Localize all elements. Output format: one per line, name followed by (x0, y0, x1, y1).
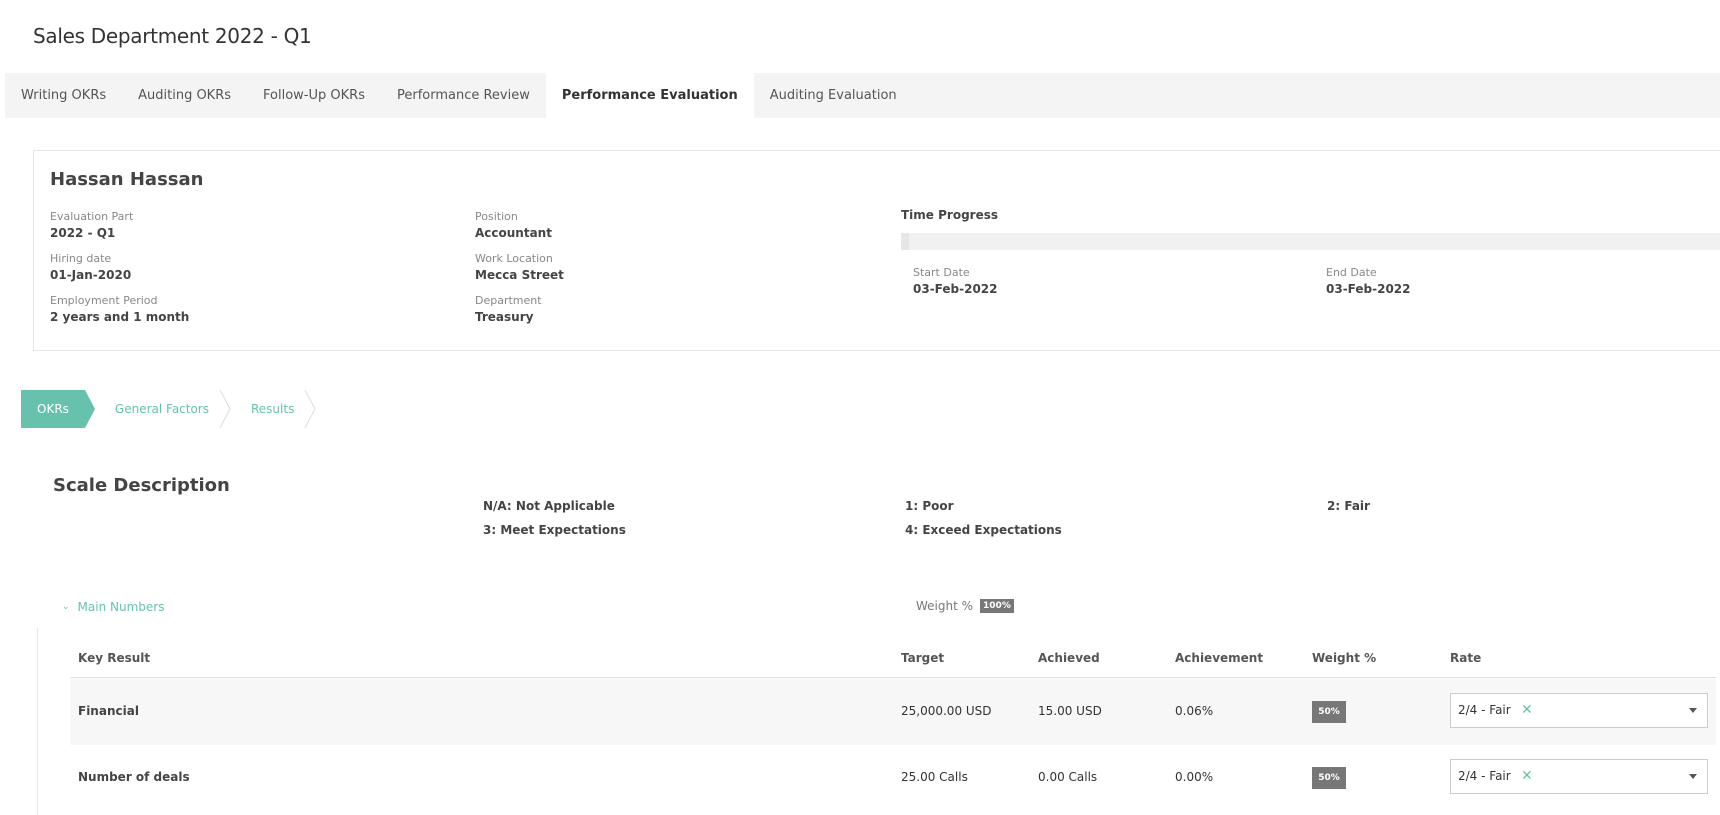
step-okrs-label: OKRs (37, 402, 69, 416)
tab-writing-okrs[interactable]: Writing OKRs (5, 73, 122, 118)
step-separator-icon (304, 390, 316, 428)
achievement-cell: 0.06% (1175, 704, 1214, 718)
hiring-date-label: Hiring date (50, 252, 112, 265)
scale-item: 3: Meet Expectations (483, 523, 626, 537)
scale-item: 1: Poor (905, 499, 954, 513)
end-date-label: End Date (1326, 266, 1377, 279)
weight-badge: 50% (1312, 767, 1346, 789)
end-date-value: 03-Feb-2022 (1326, 282, 1411, 296)
scale-item: 2: Fair (1327, 499, 1370, 513)
evaluation-part-field: Evaluation Part 2022 - Q1 (50, 210, 133, 241)
scale-item: N/A: Not Applicable (483, 499, 615, 513)
hiring-date-value: 01-Jan-2020 (50, 268, 132, 282)
work-location-value: Mecca Street (475, 268, 564, 282)
column-header-rate: Rate (1450, 651, 1482, 665)
tab-auditing-okrs[interactable]: Auditing OKRs (122, 73, 247, 118)
employment-period-label: Employment Period (50, 294, 158, 307)
column-header-key-result: Key Result (78, 651, 151, 665)
time-progress-fill (901, 233, 910, 250)
evaluation-part-value: 2022 - Q1 (50, 226, 116, 240)
key-result-cell: Financial (78, 704, 139, 718)
position-label: Position (475, 210, 518, 223)
close-icon[interactable]: ✕ (1521, 702, 1533, 718)
tab-bar: Writing OKRs Auditing OKRs Follow-Up OKR… (5, 73, 1720, 118)
tab-auditing-evaluation[interactable]: Auditing Evaluation (754, 73, 913, 118)
scale-description-title: Scale Description (53, 475, 230, 496)
start-date-label: Start Date (913, 266, 970, 279)
position-field: Position Accountant (475, 210, 552, 241)
step-okrs[interactable]: OKRs (21, 390, 95, 428)
rate-select[interactable]: 2/4 - Fair ✕ (1450, 759, 1708, 794)
time-progress-bar (901, 233, 1720, 250)
end-date-field: End Date 03-Feb-2022 (1326, 266, 1411, 297)
wizard-steps: OKRs General Factors Results (21, 390, 316, 428)
work-location-field: Work Location Mecca Street (475, 252, 564, 283)
column-header-weight: Weight % (1312, 651, 1377, 665)
employee-name: Hassan Hassan (50, 169, 204, 190)
rate-value: 2/4 - Fair (1458, 769, 1511, 783)
work-location-label: Work Location (475, 252, 553, 265)
section-divider (37, 628, 38, 815)
start-date-field: Start Date 03-Feb-2022 (913, 266, 998, 297)
step-separator-icon (219, 390, 231, 428)
table-row: Number of deals 25.00 Calls 0.00 Calls 0… (70, 745, 1716, 811)
tab-performance-evaluation[interactable]: Performance Evaluation (545, 73, 754, 118)
rate-select[interactable]: 2/4 - Fair ✕ (1450, 693, 1708, 728)
scale-item: 4: Exceed Expectations (905, 523, 1062, 537)
main-numbers-toggle[interactable]: ⌄ Main Numbers (62, 600, 164, 614)
section-label: Main Numbers (77, 600, 165, 614)
department-value: Treasury (475, 310, 534, 324)
column-header-achievement: Achievement (1175, 651, 1264, 665)
tab-performance-review[interactable]: Performance Review (381, 73, 546, 118)
achievement-cell: 0.00% (1175, 770, 1214, 784)
key-result-cell: Number of deals (78, 770, 190, 784)
achieved-cell: 15.00 USD (1038, 704, 1102, 718)
section-weight: Weight % 100% (916, 599, 1014, 613)
department-field: Department Treasury (475, 294, 542, 325)
time-progress-title: Time Progress (901, 208, 999, 222)
step-results-label: Results (251, 402, 295, 416)
step-general-factors-label: General Factors (114, 402, 209, 416)
employment-period-value: 2 years and 1 month (50, 310, 190, 324)
hiring-date-field: Hiring date 01-Jan-2020 (50, 252, 131, 283)
table-row: Financial 25,000.00 USD 15.00 USD 0.06% … (70, 679, 1716, 745)
department-label: Department (475, 294, 542, 307)
target-cell: 25,000.00 USD (901, 704, 992, 718)
chevron-down-icon: ⌄ (62, 602, 70, 612)
weight-label: Weight % (916, 599, 974, 613)
position-value: Accountant (475, 226, 552, 240)
rate-value: 2/4 - Fair (1458, 703, 1511, 717)
step-general-factors[interactable]: General Factors (95, 390, 231, 428)
evaluation-part-label: Evaluation Part (50, 210, 134, 223)
employment-period-field: Employment Period 2 years and 1 month (50, 294, 189, 325)
table-header: Key Result Target Achieved Achievement W… (70, 640, 1716, 678)
start-date-value: 03-Feb-2022 (913, 282, 998, 296)
step-results[interactable]: Results (231, 390, 316, 428)
chevron-down-icon[interactable] (1689, 708, 1697, 713)
column-header-target: Target (901, 651, 945, 665)
chevron-down-icon[interactable] (1689, 774, 1697, 779)
weight-badge: 50% (1312, 701, 1346, 723)
page-title: Sales Department 2022 - Q1 (33, 24, 312, 48)
employee-card: Hassan Hassan Evaluation Part 2022 - Q1 … (33, 150, 1720, 351)
tab-follow-up-okrs[interactable]: Follow-Up OKRs (247, 73, 381, 118)
target-cell: 25.00 Calls (901, 770, 968, 784)
column-header-achieved: Achieved (1038, 651, 1100, 665)
achieved-cell: 0.00 Calls (1038, 770, 1098, 784)
close-icon[interactable]: ✕ (1521, 768, 1533, 784)
weight-badge: 100% (980, 599, 1014, 613)
